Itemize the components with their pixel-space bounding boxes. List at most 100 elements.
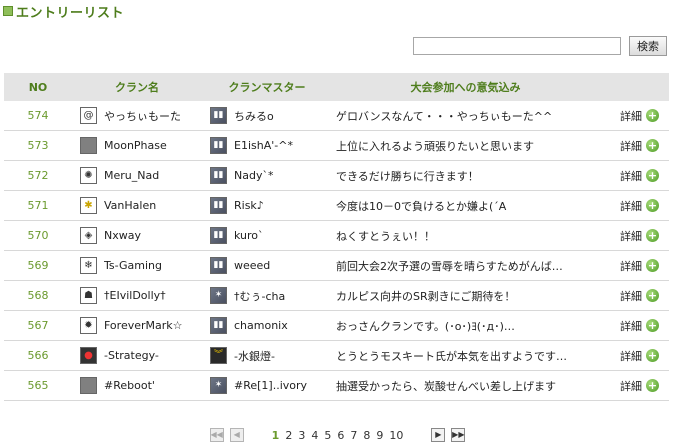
header-master: クランマスター xyxy=(228,81,306,94)
master-name[interactable]: kuro` xyxy=(234,229,264,242)
detail-link[interactable]: 詳細 + xyxy=(599,371,669,400)
entry-number: 572 xyxy=(27,169,49,182)
detail-label[interactable]: 詳細 xyxy=(620,348,642,364)
plus-circle-icon[interactable]: + xyxy=(646,229,659,242)
detail-link[interactable]: 詳細 + xyxy=(599,341,669,370)
header-message: 大会参加への意気込み xyxy=(410,81,521,94)
search-input[interactable] xyxy=(413,37,621,55)
first-page-icon[interactable]: ◀◀ xyxy=(209,428,224,442)
next-page-icon[interactable]: ▶ xyxy=(431,428,446,442)
splat-emblem-icon[interactable]: ✹ xyxy=(80,317,97,334)
page-link[interactable]: 8 xyxy=(363,429,370,442)
detail-link[interactable]: 詳細 + xyxy=(599,161,669,190)
plus-circle-icon[interactable]: + xyxy=(646,289,659,302)
triskelion-emblem-icon[interactable]: ✺ xyxy=(80,167,97,184)
page-link[interactable]: 5 xyxy=(324,429,331,442)
section-title: エントリーリスト xyxy=(3,3,124,21)
plus-circle-icon[interactable]: + xyxy=(646,379,659,392)
entry-message: カルピス向井のSR剥きにご期待を！ xyxy=(336,289,516,303)
clan-name-link[interactable]: Nxway xyxy=(104,229,141,242)
gray-emblem-icon[interactable] xyxy=(80,137,97,154)
red-emblem-icon[interactable]: ● xyxy=(80,347,97,364)
detail-label[interactable]: 詳細 xyxy=(620,228,642,244)
rank-stripes-icon: ▮▮ xyxy=(210,107,227,124)
diamond-emblem-icon[interactable]: ◈ xyxy=(80,227,97,244)
entry-message: ねくすとうぇい！！ xyxy=(336,229,435,243)
detail-label[interactable]: 詳細 xyxy=(620,108,642,124)
master-name[interactable]: weeed xyxy=(234,259,270,272)
page-link-current[interactable]: 1 xyxy=(272,429,280,442)
master-name[interactable]: E1ishA'-^* xyxy=(234,139,293,152)
search-bar: 検索 xyxy=(413,36,667,56)
master-name[interactable]: chamonix xyxy=(234,319,288,332)
plus-circle-icon[interactable]: + xyxy=(646,349,659,362)
entry-number: 567 xyxy=(27,319,49,332)
master-name[interactable]: ちみるo xyxy=(234,108,274,124)
snowflake-emblem-icon[interactable]: ❄ xyxy=(80,257,97,274)
rank-stripes-icon: ▮▮ xyxy=(210,137,227,154)
clan-name-link[interactable]: ForeverMark☆ xyxy=(104,319,183,332)
detail-link[interactable]: 詳細 + xyxy=(599,251,669,280)
clan-name-link[interactable]: やっちぃもーた xyxy=(104,108,181,124)
rank-stripes-icon: ▮▮ xyxy=(210,167,227,184)
clan-name-link[interactable]: VanHalen xyxy=(104,199,156,212)
clan-name-link[interactable]: Ts-Gaming xyxy=(104,259,162,272)
entry-number: 574 xyxy=(27,109,49,122)
entry-number: 571 xyxy=(27,199,49,212)
last-page-icon[interactable]: ▶▶ xyxy=(451,428,466,442)
pagination: ◀◀ ◀ 1 2 3 4 5 6 7 8 9 10 ▶ ▶▶ xyxy=(0,428,675,442)
clan-name-link[interactable]: #Reboot' xyxy=(104,379,155,392)
plus-circle-icon[interactable]: + xyxy=(646,199,659,212)
plus-circle-icon[interactable]: + xyxy=(646,139,659,152)
plus-circle-icon[interactable]: + xyxy=(646,319,659,332)
detail-link[interactable]: 詳細 + xyxy=(599,101,669,130)
table-row: 570 ◈ Nxway ▮▮ kuro` ねくすとうぇい！！ 詳細 + xyxy=(4,221,669,251)
gray-emblem-icon[interactable] xyxy=(80,377,97,394)
swirl-emblem-icon[interactable]: @ xyxy=(80,107,97,124)
clan-name-link[interactable]: -Strategy- xyxy=(104,349,159,362)
detail-link[interactable]: 詳細 + xyxy=(599,131,669,160)
detail-label[interactable]: 詳細 xyxy=(620,138,642,154)
rank-chevron-icon: ︾ xyxy=(210,347,227,364)
detail-label[interactable]: 詳細 xyxy=(620,198,642,214)
entry-number: 573 xyxy=(27,139,49,152)
master-name[interactable]: #Re[1]..ivory xyxy=(234,379,307,392)
clan-name-link[interactable]: †EIvilDolly† xyxy=(104,289,166,302)
detail-label[interactable]: 詳細 xyxy=(620,318,642,334)
master-name[interactable]: †むぅ-cha xyxy=(234,288,285,304)
detail-link[interactable]: 詳細 + xyxy=(599,311,669,340)
master-name[interactable]: Risk♪ xyxy=(234,199,264,212)
clan-name-link[interactable]: MoonPhase xyxy=(104,139,167,152)
page-link[interactable]: 7 xyxy=(350,429,357,442)
detail-label[interactable]: 詳細 xyxy=(620,168,642,184)
prev-page-icon[interactable]: ◀ xyxy=(229,428,244,442)
plus-circle-icon[interactable]: + xyxy=(646,169,659,182)
detail-link[interactable]: 詳細 + xyxy=(599,191,669,220)
figure-emblem-icon[interactable]: ☗ xyxy=(80,287,97,304)
detail-label[interactable]: 詳細 xyxy=(620,258,642,274)
table-row: 569 ❄ Ts-Gaming ▮▮ weeed 前回大会2次予選の雪辱を晴らすため… xyxy=(4,251,669,281)
page-link[interactable]: 4 xyxy=(311,429,318,442)
detail-link[interactable]: 詳細 + xyxy=(599,221,669,250)
plus-circle-icon[interactable]: + xyxy=(646,259,659,272)
page-link[interactable]: 10 xyxy=(389,429,403,442)
detail-label[interactable]: 詳細 xyxy=(620,288,642,304)
entry-message: とうとうモスキート氏が本気を出すようです… xyxy=(336,349,567,363)
star-emblem-icon[interactable]: ✱ xyxy=(80,197,97,214)
rank-stripes-icon: ▮▮ xyxy=(210,197,227,214)
entry-message: できるだけ勝ちに行きます！ xyxy=(336,169,479,183)
entry-number: 566 xyxy=(27,349,49,362)
header-no: NO xyxy=(28,80,48,94)
master-name[interactable]: -水銀燈- xyxy=(234,348,275,364)
entry-number: 565 xyxy=(27,379,49,392)
detail-label[interactable]: 詳細 xyxy=(620,378,642,394)
page-link[interactable]: 6 xyxy=(337,429,344,442)
master-name[interactable]: Nady`* xyxy=(234,169,273,182)
page-link[interactable]: 3 xyxy=(298,429,305,442)
search-button[interactable]: 検索 xyxy=(629,36,667,56)
plus-circle-icon[interactable]: + xyxy=(646,109,659,122)
detail-link[interactable]: 詳細 + xyxy=(599,281,669,310)
page-link[interactable]: 9 xyxy=(376,429,383,442)
clan-name-link[interactable]: Meru_Nad xyxy=(104,169,159,182)
page-link[interactable]: 2 xyxy=(285,429,292,442)
